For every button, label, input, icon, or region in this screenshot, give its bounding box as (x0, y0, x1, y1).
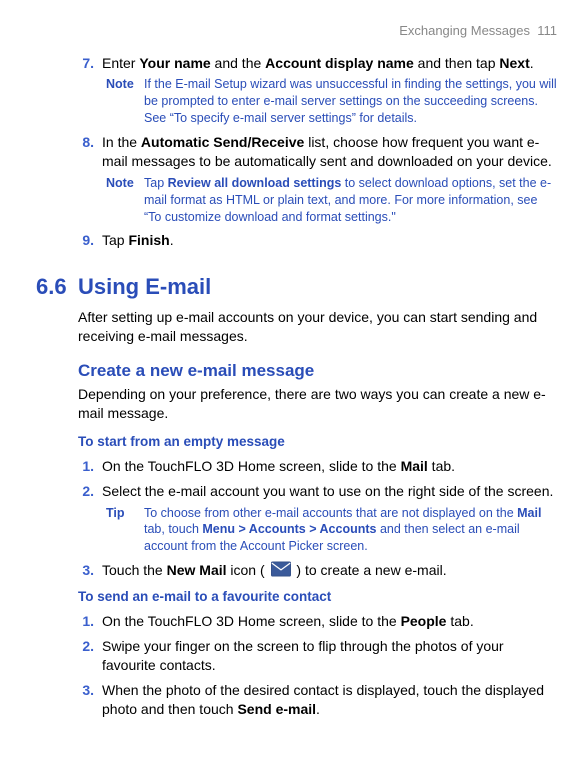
step-number: 9. (78, 231, 100, 250)
ss1-step-1: 1. On the TouchFLO 3D Home screen, slide… (78, 457, 557, 476)
step-body: Swipe your finger on the screen to flip … (102, 637, 557, 675)
tip-text: To choose from other e-mail accounts tha… (144, 505, 557, 556)
subheading-desc: Depending on your preference, there are … (78, 385, 557, 423)
step-body: When the photo of the desired contact is… (102, 681, 557, 719)
step-number: 7. (78, 54, 100, 73)
subsubheading-empty: To start from an empty message (78, 433, 557, 451)
step-number: 2. (78, 482, 100, 501)
step-9: 9. Tap Finish. (78, 231, 557, 250)
step-body: In the Automatic Send/Receive list, choo… (102, 133, 557, 171)
section-heading: 6.6 Using E-mail (36, 272, 557, 302)
note-step-8: Note Tap Review all download settings to… (106, 175, 557, 226)
header-page: 111 (537, 23, 557, 38)
tip-ss1: Tip To choose from other e-mail accounts… (106, 505, 557, 556)
ss1-step-2: 2. Select the e-mail account you want to… (78, 482, 557, 501)
step-number: 1. (78, 612, 100, 631)
ss2-step-1: 1. On the TouchFLO 3D Home screen, slide… (78, 612, 557, 631)
ss2-step-3: 3. When the photo of the desired contact… (78, 681, 557, 719)
step-8: 8. In the Automatic Send/Receive list, c… (78, 133, 557, 171)
tip-label: Tip (106, 505, 144, 556)
step-number: 8. (78, 133, 100, 171)
page-header: Exchanging Messages 111 (36, 22, 557, 40)
note-text: If the E-mail Setup wizard was unsuccess… (144, 76, 557, 127)
mail-icon (271, 561, 291, 577)
step-body: Tap Finish. (102, 231, 557, 250)
step-body: Select the e-mail account you want to us… (102, 482, 557, 501)
section-number: 6.6 (36, 272, 78, 302)
step-body: On the TouchFLO 3D Home screen, slide to… (102, 457, 557, 476)
note-label: Note (106, 175, 144, 226)
step-body: Enter Your name and the Account display … (102, 54, 557, 73)
section-intro: After setting up e-mail accounts on your… (78, 308, 557, 346)
note-text: Tap Review all download settings to sele… (144, 175, 557, 226)
step-body: Touch the New Mail icon ( ) to create a … (102, 561, 557, 580)
subheading-create: Create a new e-mail message (78, 360, 557, 383)
note-label: Note (106, 76, 144, 127)
ss2-step-2: 2. Swipe your finger on the screen to fl… (78, 637, 557, 675)
step-number: 3. (78, 681, 100, 719)
header-section: Exchanging Messages (399, 23, 530, 38)
step-body: On the TouchFLO 3D Home screen, slide to… (102, 612, 557, 631)
note-step-7: Note If the E-mail Setup wizard was unsu… (106, 76, 557, 127)
ss1-step-3: 3. Touch the New Mail icon ( ) to create… (78, 561, 557, 580)
subsubheading-fav: To send an e-mail to a favourite contact (78, 588, 557, 606)
step-number: 1. (78, 457, 100, 476)
step-number: 3. (78, 561, 100, 580)
section-title: Using E-mail (78, 272, 211, 302)
step-7: 7. Enter Your name and the Account displ… (78, 54, 557, 73)
step-number: 2. (78, 637, 100, 675)
